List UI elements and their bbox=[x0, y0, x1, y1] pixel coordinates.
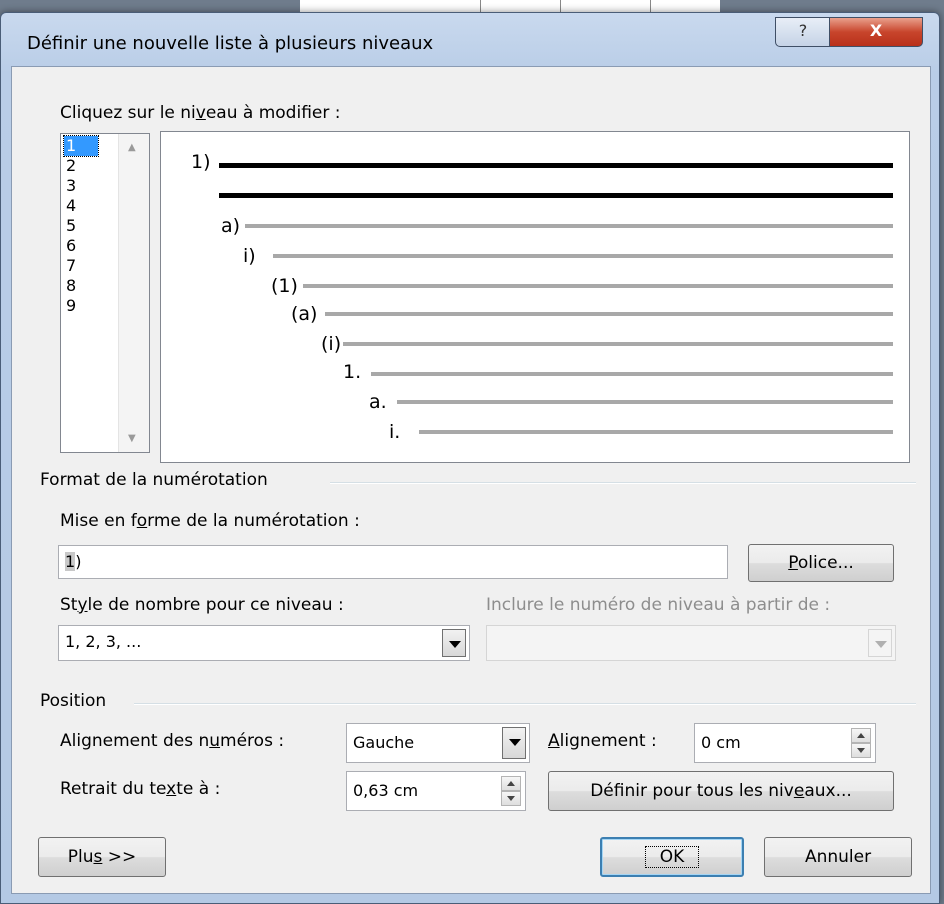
preview-number-7: 1. bbox=[343, 361, 362, 383]
list-preview: 1) a) i) (1) (a) (i) 1. a. i. bbox=[160, 131, 910, 463]
numbering-format-group-label: Format de la numérotation bbox=[40, 470, 268, 490]
preview-line bbox=[219, 193, 893, 198]
level-item-8[interactable]: 8 bbox=[64, 276, 104, 296]
dialog-body: Cliquez sur le niveau à modifier : 1 2 3… bbox=[11, 66, 931, 894]
number-format-input[interactable]: 1) bbox=[58, 545, 728, 579]
position-group-label: Position bbox=[40, 691, 107, 711]
level-item-5[interactable]: 5 bbox=[64, 216, 104, 236]
text-indent-label: Retrait du texte à : bbox=[60, 779, 221, 799]
spin-down-icon[interactable] bbox=[851, 743, 871, 758]
preview-line bbox=[245, 224, 893, 228]
preview-number-5: (a) bbox=[291, 303, 318, 325]
level-scrollbar[interactable]: ▲ ▼ bbox=[118, 134, 149, 452]
spin-up-icon[interactable] bbox=[501, 776, 521, 791]
close-button[interactable]: X bbox=[829, 17, 923, 47]
format-label: Mise en forme de la numérotation : bbox=[60, 511, 360, 531]
scroll-up-icon[interactable]: ▲ bbox=[128, 142, 136, 153]
text-indent-spinbox[interactable]: 0,63 cm bbox=[346, 771, 526, 811]
level-listbox[interactable]: 1 2 3 4 5 6 7 8 9 ▲ ▼ bbox=[60, 133, 150, 453]
help-icon: ? bbox=[798, 21, 808, 40]
scroll-down-icon[interactable]: ▼ bbox=[128, 433, 136, 444]
spin-up-icon[interactable] bbox=[851, 728, 871, 743]
group-divider bbox=[134, 703, 916, 705]
close-icon: X bbox=[869, 21, 883, 40]
number-alignment-select[interactable]: Gauche bbox=[346, 723, 530, 763]
preview-line bbox=[325, 312, 893, 316]
level-item-4[interactable]: 4 bbox=[64, 196, 104, 216]
help-button[interactable]: ? bbox=[775, 17, 831, 47]
alignment-label: Alignement : bbox=[548, 731, 657, 751]
level-item-9[interactable]: 9 bbox=[64, 296, 104, 316]
spin-down-icon[interactable] bbox=[501, 791, 521, 806]
preview-number-2: a) bbox=[221, 215, 241, 237]
title-bar: Définir une nouvelle liste à plusieurs n… bbox=[1, 13, 939, 65]
font-button[interactable]: Police... bbox=[748, 544, 894, 582]
level-label: Cliquez sur le niveau à modifier : bbox=[60, 103, 341, 123]
number-style-select[interactable]: 1, 2, 3, ... bbox=[58, 625, 470, 661]
indent-spinner[interactable] bbox=[501, 776, 521, 806]
set-for-all-levels-button[interactable]: Définir pour tous les niveaux... bbox=[548, 771, 894, 811]
level-item-1[interactable]: 1 bbox=[63, 135, 99, 157]
cancel-button[interactable]: Annuler bbox=[764, 837, 912, 877]
level-item-3[interactable]: 3 bbox=[64, 176, 104, 196]
alignment-spinner[interactable] bbox=[851, 728, 871, 758]
include-level-label: Inclure le numéro de niveau à partir de … bbox=[486, 595, 831, 615]
more-button[interactable]: Plus >> bbox=[38, 837, 166, 877]
preview-line bbox=[397, 400, 893, 404]
preview-number-4: (1) bbox=[271, 275, 298, 297]
preview-number-6: (i) bbox=[321, 333, 342, 355]
preview-number-8: a. bbox=[369, 391, 387, 413]
group-divider bbox=[330, 482, 916, 484]
preview-line bbox=[343, 342, 893, 346]
include-level-select bbox=[486, 625, 896, 661]
preview-number-3: i) bbox=[243, 245, 256, 267]
chevron-down-icon[interactable] bbox=[442, 629, 466, 657]
chevron-down-icon bbox=[868, 629, 892, 657]
preview-line bbox=[303, 284, 893, 288]
chevron-down-icon[interactable] bbox=[502, 727, 526, 759]
preview-line bbox=[419, 430, 893, 434]
ok-button[interactable]: OK bbox=[600, 837, 744, 877]
number-alignment-label: Alignement des numéros : bbox=[60, 731, 285, 751]
preview-number-9: i. bbox=[389, 421, 401, 443]
number-style-label: Style de nombre pour ce niveau : bbox=[60, 595, 344, 615]
level-item-6[interactable]: 6 bbox=[64, 236, 104, 256]
preview-line bbox=[371, 372, 893, 376]
dialog-title: Définir une nouvelle liste à plusieurs n… bbox=[27, 33, 434, 54]
level-item-2[interactable]: 2 bbox=[64, 156, 104, 176]
alignment-spinbox[interactable]: 0 cm bbox=[694, 723, 876, 763]
preview-line bbox=[219, 163, 893, 168]
preview-number-1: 1) bbox=[191, 151, 211, 173]
preview-line bbox=[273, 254, 893, 258]
multilevel-list-dialog: Définir une nouvelle liste à plusieurs n… bbox=[0, 12, 940, 904]
level-item-7[interactable]: 7 bbox=[64, 256, 104, 276]
